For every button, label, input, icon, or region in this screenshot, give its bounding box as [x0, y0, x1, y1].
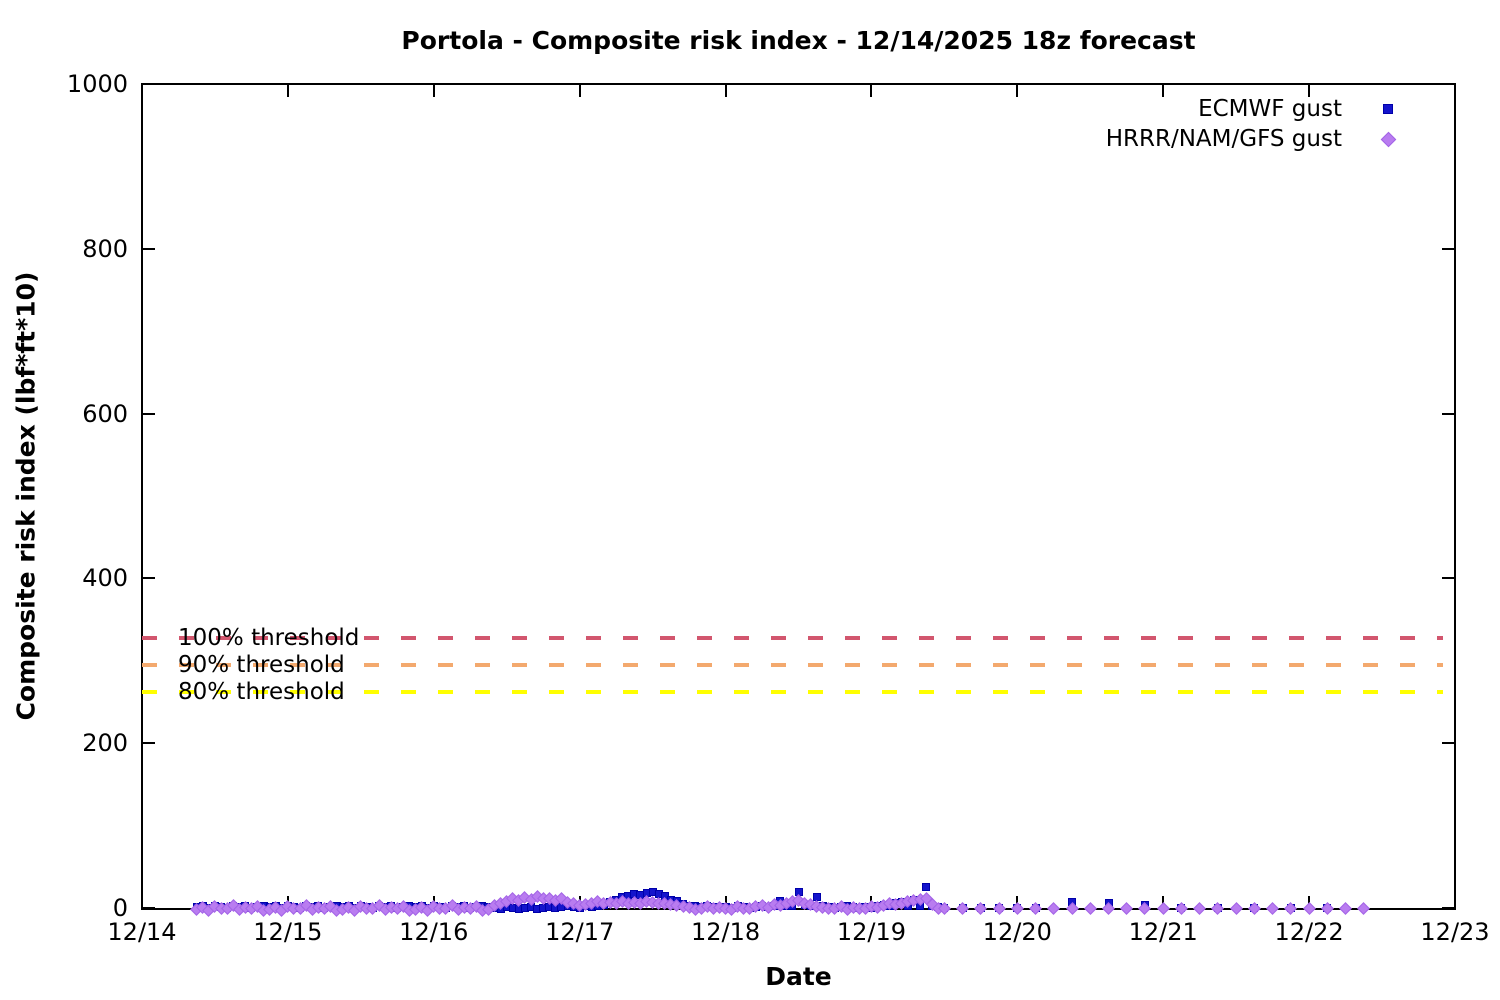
x-tick-label: 12/16 [399, 918, 469, 946]
chart-canvas: Portola - Composite risk index - 12/14/2… [0, 0, 1500, 1000]
y-tick-mirror [1442, 742, 1454, 745]
y-tick-label: 400 [82, 564, 128, 593]
legend-sample-hrrr [1342, 131, 1434, 147]
x-tick-mirror [724, 85, 727, 97]
y-tick-mirror [1442, 907, 1454, 909]
y-tick [143, 742, 155, 745]
y-tick-mirror [1442, 83, 1454, 85]
x-tick [1454, 896, 1456, 908]
data-point-hrrr [1120, 901, 1134, 915]
square-marker-icon [1383, 104, 1393, 114]
x-tick-label: 12/21 [1128, 918, 1198, 946]
threshold-label: 90% threshold [178, 651, 345, 678]
y-tick-label: 200 [82, 729, 128, 758]
x-tick-mirror [286, 85, 289, 97]
x-tick-label: 12/22 [1274, 918, 1344, 946]
x-tick-mirror [1454, 85, 1456, 97]
data-point-hrrr [1047, 901, 1061, 915]
y-tick [143, 907, 155, 909]
x-tick-label: 12/18 [690, 918, 761, 946]
y-tick-label: 0 [112, 894, 128, 922]
y-tick [143, 412, 155, 415]
data-point-hrrr [1211, 902, 1225, 916]
x-tick-mirror [1016, 85, 1019, 97]
y-tick [143, 247, 155, 250]
x-tick-label: 12/20 [982, 918, 1052, 946]
data-point-hrrr [1156, 901, 1170, 915]
y-tick [143, 83, 155, 85]
y-tick [143, 577, 155, 580]
legend: ECMWF gust HRRR/NAM/GFS gust [1106, 94, 1434, 154]
data-point-hrrr [1266, 901, 1279, 915]
data-point-hrrr [1229, 901, 1243, 915]
threshold-label: 80% threshold [178, 679, 345, 706]
y-tick-mirror [1442, 577, 1454, 580]
x-tick-label: 12/15 [253, 918, 323, 946]
x-tick-label: 12/19 [836, 918, 907, 946]
diamond-marker-icon [1380, 131, 1396, 147]
x-tick-label: 12/17 [545, 918, 615, 946]
x-tick-label: 12/14 [107, 918, 177, 946]
y-tick-label: 600 [82, 399, 128, 428]
data-point-hrrr [1357, 902, 1371, 916]
data-point-hrrr [1284, 902, 1298, 916]
y-tick-label: 800 [82, 234, 128, 263]
y-tick-mirror [1442, 247, 1454, 250]
data-point-ecmwf [922, 883, 931, 892]
legend-label-ecmwf: ECMWF gust [1198, 96, 1342, 122]
x-tick-label: 12/23 [1420, 918, 1490, 946]
data-point-hrrr [1339, 901, 1352, 915]
x-tick-mirror [432, 85, 435, 97]
legend-label-hrrr: HRRR/NAM/GFS gust [1105, 126, 1342, 152]
legend-item-ecmwf: ECMWF gust [1106, 94, 1434, 124]
data-point-hrrr [1302, 901, 1316, 915]
y-tick-label: 1000 [66, 70, 128, 98]
data-point-hrrr [1083, 901, 1097, 915]
x-tick-mirror [578, 85, 581, 97]
data-point-hrrr [1138, 902, 1152, 916]
legend-sample-ecmwf [1342, 104, 1434, 114]
legend-item-hrrr: HRRR/NAM/GFS gust [1106, 124, 1434, 154]
x-tick-mirror [141, 85, 143, 97]
data-point-hrrr [1193, 901, 1207, 915]
threshold-label: 100% threshold [178, 624, 360, 651]
x-axis-label: Date [765, 962, 832, 991]
x-tick-mirror [870, 85, 873, 97]
y-tick-mirror [1442, 412, 1454, 415]
